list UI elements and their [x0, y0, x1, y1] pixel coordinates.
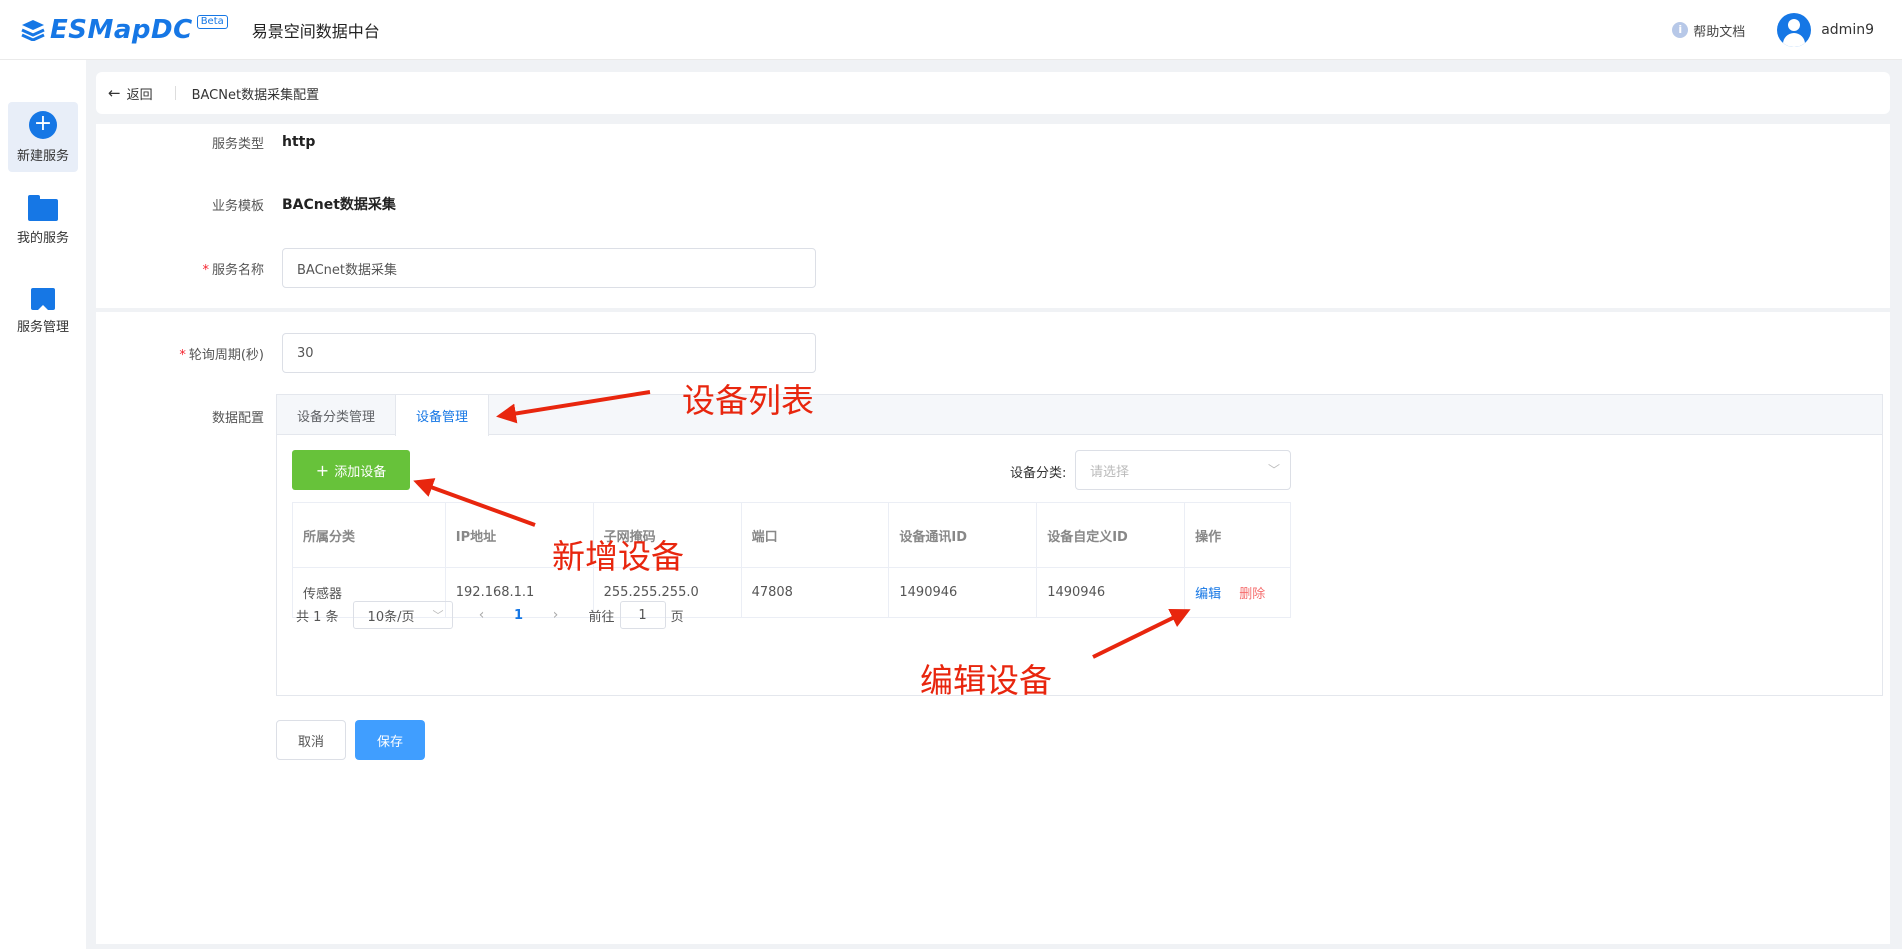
column-header: 设备通讯ID [888, 502, 1038, 568]
service-type-value: http [282, 134, 316, 150]
back-label: 返回 [126, 87, 153, 103]
save-button[interactable]: 保存 [355, 720, 425, 760]
edit-link[interactable]: 编辑 [1195, 587, 1221, 602]
service-name-label: * 服务名称 [202, 262, 264, 278]
beta-badge: Beta [196, 14, 228, 29]
page-number[interactable]: 1 [497, 608, 541, 623]
tab-device-category[interactable]: 设备分类管理 [277, 395, 395, 435]
table-header-row: 所属分类 IP地址 子网掩码 端口 设备通讯ID 设备自定义ID 操作 [292, 502, 1291, 568]
column-header: 端口 [740, 502, 890, 568]
cancel-button[interactable]: 取消 [276, 720, 346, 760]
divider [174, 86, 176, 100]
poll-row: * 轮询周期(秒) 30 [96, 333, 816, 373]
add-device-button[interactable]: + 添加设备 [292, 450, 410, 490]
next-page-icon[interactable]: › [541, 607, 571, 623]
goto-page-input[interactable]: 1 [619, 601, 666, 629]
app-title: 易景空间数据中台 [251, 21, 380, 41]
total-count: 共 1 条 [296, 609, 339, 625]
folder-icon [28, 194, 58, 221]
category-filter-label: 设备分类: [1010, 466, 1067, 481]
back-button[interactable]: ← 返回 [108, 84, 153, 103]
chevron-down-icon: ﹀ [432, 609, 444, 622]
arrow-left-icon: ← [108, 84, 121, 102]
column-header: 所属分类 [292, 502, 446, 568]
template-row: 业务模板 BACnet数据采集 [96, 194, 396, 214]
tab-bar: 设备分类管理 设备管理 [277, 395, 1882, 436]
goto-label: 前往 [588, 609, 615, 625]
delete-link[interactable]: 删除 [1239, 587, 1265, 602]
sidebar-item-label: 我的服务 [16, 230, 69, 246]
brand-logo[interactable]: ESMapDC Beta [20, 14, 228, 45]
data-config-row: 数据配置 [96, 406, 276, 426]
page-title: BACNet数据采集配置 [191, 87, 320, 103]
category-placeholder: 请选择 [1090, 464, 1130, 480]
brand-name: ESMapDC [50, 14, 193, 45]
category-select[interactable]: 请选择 ﹀ [1075, 450, 1291, 490]
column-header: 操作 [1184, 502, 1291, 568]
sidebar-item-service-management[interactable]: 服务管理 [8, 276, 78, 346]
prev-page-icon[interactable]: ‹ [467, 607, 497, 623]
cell-port: 47808 [740, 567, 890, 618]
service-type-label: 服务类型 [211, 136, 264, 152]
cell-custom-id: 1490946 [1036, 567, 1186, 618]
pagination: 共 1 条 10条/页 ﹀ ‹ 1 › 前往 1 页 [296, 601, 684, 629]
data-config-tabs: 设备分类管理 设备管理 + 添加设备 设备分类: 请选择 ﹀ 所属分类 IP地址… [276, 394, 1883, 696]
username: admin9 [1821, 22, 1874, 38]
sidebar-item-label: 服务管理 [16, 319, 69, 335]
poll-label: * 轮询周期(秒) [179, 347, 264, 363]
sidebar-item-label: 新建服务 [16, 148, 69, 164]
annotation-add-device: 新增设备 [552, 537, 684, 576]
help-docs-link[interactable]: i 帮助文档 [1672, 21, 1745, 40]
logo-icon [21, 19, 45, 41]
service-name-row: * 服务名称 BACnet数据采集 [96, 248, 816, 288]
top-header: ESMapDC Beta 易景空间数据中台 i 帮助文档 admin9 [0, 0, 1902, 60]
annotation-device-list: 设备列表 [682, 381, 814, 420]
data-config-label: 数据配置 [211, 410, 264, 426]
sidebar: + 新建服务 我的服务 服务管理 [0, 60, 86, 949]
tab-device-management[interactable]: 设备管理 [395, 395, 490, 436]
service-name-input[interactable]: BACnet数据采集 [282, 248, 816, 288]
column-header: 设备自定义ID [1036, 502, 1186, 568]
page-suffix: 页 [670, 609, 684, 625]
avatar [1777, 13, 1812, 47]
cell-comm-id: 1490946 [888, 567, 1038, 618]
cell-actions: 编辑 删除 [1184, 567, 1291, 618]
basic-info-panel: 服务类型 http 业务模板 BACnet数据采集 * 服务名称 BACnet数据… [96, 124, 1890, 308]
info-icon: i [1672, 22, 1689, 38]
add-device-label: 添加设备 [334, 464, 387, 480]
bookmark-icon [31, 287, 55, 311]
breadcrumb: ← 返回 BACNet数据采集配置 [96, 72, 1890, 114]
chevron-down-icon: ﹀ [1267, 463, 1280, 477]
template-value: BACnet数据采集 [282, 197, 396, 213]
page-size-value: 10条/页 [367, 609, 415, 625]
plus-icon: + [315, 460, 330, 480]
page-size-select[interactable]: 10条/页 ﹀ [352, 601, 453, 629]
sidebar-item-new-service[interactable]: + 新建服务 [8, 102, 78, 172]
config-panel: * 轮询周期(秒) 30 数据配置 设备分类管理 设备管理 + 添加设备 设备分类… [96, 312, 1890, 944]
sidebar-item-my-services[interactable]: 我的服务 [8, 187, 78, 257]
user-menu[interactable]: admin9 [1777, 13, 1874, 47]
plus-circle-icon: + [29, 110, 57, 139]
service-type-row: 服务类型 http [96, 132, 315, 152]
poll-interval-input[interactable]: 30 [282, 333, 816, 373]
help-label: 帮助文档 [1693, 24, 1746, 40]
template-label: 业务模板 [211, 198, 264, 214]
annotation-edit-device: 编辑设备 [920, 661, 1052, 700]
